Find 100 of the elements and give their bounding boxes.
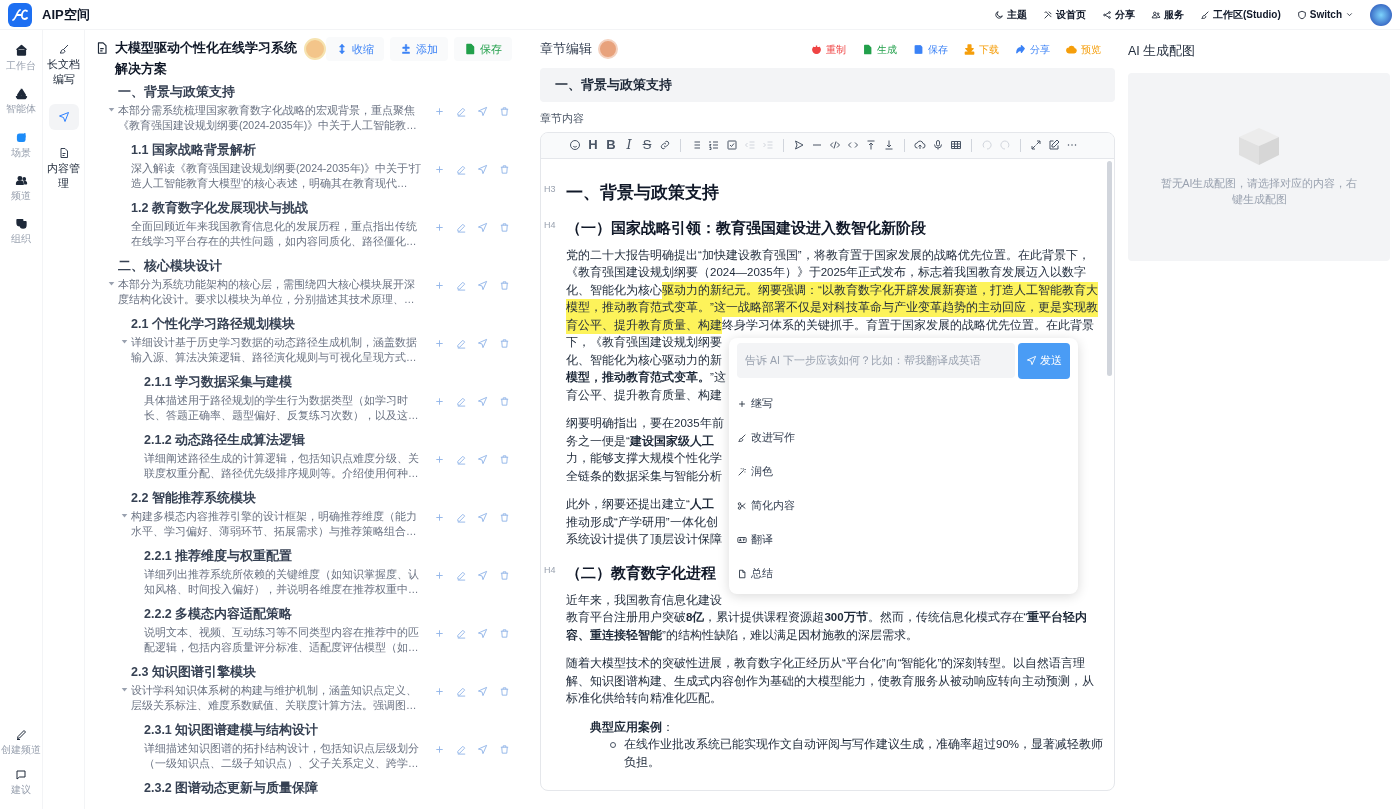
outline-heading[interactable]: 1.1 国家战略背景解析 [131, 143, 256, 157]
menu-item[interactable]: 改进写作 [737, 420, 795, 455]
plus-icon[interactable] [434, 512, 445, 523]
rail-item[interactable]: 内容管理 [48, 140, 79, 198]
menu-item[interactable]: 继写 [737, 386, 773, 421]
action-button[interactable]: 保存 [913, 41, 948, 57]
caret-icon[interactable] [121, 338, 128, 345]
outline-heading[interactable]: 2.2.2 多模态内容适配策略 [144, 607, 293, 621]
format-button[interactable]: B [602, 138, 620, 153]
send-icon[interactable] [477, 338, 489, 349]
code-icon[interactable] [829, 139, 841, 152]
menu-item[interactable]: 总结 [737, 556, 773, 591]
trash-icon[interactable] [498, 106, 510, 117]
trash-icon[interactable] [498, 628, 510, 639]
send-icon[interactable] [477, 222, 489, 233]
outline-heading[interactable]: 2.2 智能推荐系统模块 [131, 491, 256, 505]
send-icon[interactable] [477, 628, 489, 639]
plus-icon[interactable] [434, 164, 445, 175]
section-title-field[interactable]: 一、背景与政策支持 [540, 68, 1115, 102]
plus-icon[interactable] [434, 570, 445, 581]
numbered-list-icon[interactable] [708, 139, 720, 152]
toolbar-button[interactable]: 添加 [390, 37, 448, 61]
send-icon[interactable] [477, 396, 489, 407]
send-icon[interactable] [477, 512, 489, 523]
nav-link[interactable]: 分享 [1102, 7, 1135, 22]
outline-heading[interactable]: 2.3 知识图谱引擎模块 [131, 665, 256, 679]
checkbox-icon[interactable] [726, 139, 738, 152]
send-icon[interactable] [477, 454, 489, 465]
pen-icon [15, 728, 27, 741]
edit-icon[interactable] [1048, 139, 1060, 152]
trash-icon[interactable] [498, 512, 510, 523]
trash-icon[interactable] [498, 570, 510, 581]
outline-heading[interactable]: 2.3.1 知识图谱建模与结构设计 [144, 723, 319, 737]
outline-heading[interactable]: 2.2.1 推荐维度与权重配置 [144, 549, 293, 563]
outline-heading[interactable]: 2.3.2 图谱动态更新与质量保障 [144, 781, 319, 795]
play-icon[interactable] [793, 139, 805, 152]
send-icon[interactable] [477, 106, 489, 117]
expand-icon[interactable] [1030, 139, 1042, 152]
arrow-down-icon[interactable] [883, 139, 895, 152]
trash-icon[interactable] [498, 744, 510, 755]
outline-heading[interactable]: 2.1 个性化学习路径规划模块 [131, 317, 295, 331]
chat-icon [15, 768, 27, 781]
outline-heading[interactable]: 一、背景与政策支持 [118, 84, 235, 99]
microphone-icon[interactable] [932, 139, 944, 152]
nav-link[interactable]: 工作区(Studio) [1200, 7, 1281, 22]
plus-icon[interactable] [434, 454, 445, 465]
send-icon[interactable] [477, 686, 489, 697]
format-button[interactable]: S [638, 138, 656, 153]
arrow-up-icon[interactable] [865, 139, 877, 152]
trash-icon[interactable] [498, 280, 510, 291]
plus-icon[interactable] [434, 106, 445, 117]
plus-icon[interactable] [434, 686, 445, 697]
avatar[interactable] [1370, 3, 1392, 26]
rail-item[interactable] [48, 104, 79, 130]
trash-icon[interactable] [498, 454, 510, 465]
prompt-field[interactable]: 告诉 AI 下一步应该如何？比如：帮我翻译成英语 [737, 342, 1015, 378]
trash-icon[interactable] [498, 164, 510, 175]
format-button[interactable]: H [584, 138, 602, 153]
outline-heading[interactable]: 2.1.1 学习数据采集与建模 [144, 375, 293, 389]
action-button[interactable]: 分享 [1015, 41, 1050, 57]
nav-link[interactable]: Switch [1296, 7, 1354, 22]
plus-icon[interactable] [434, 280, 445, 291]
caret-icon[interactable] [108, 280, 115, 287]
content-heading: （二）教育数字化进程 [566, 562, 716, 583]
outline-heading[interactable]: 2.1.2 动态路径生成算法逻辑 [144, 433, 306, 447]
menu-item[interactable]: 简化内容 [737, 488, 795, 523]
plus-icon[interactable] [434, 628, 445, 639]
plus-icon[interactable] [434, 744, 445, 755]
send-icon[interactable] [477, 744, 489, 755]
rail-item[interactable]: 长文档编写 [48, 36, 79, 94]
caret-icon[interactable] [121, 512, 128, 519]
plus-icon[interactable] [434, 396, 445, 407]
caret-icon[interactable] [108, 106, 115, 113]
trash-icon[interactable] [498, 338, 510, 349]
send-icon[interactable] [477, 164, 489, 175]
outline-description: 说明文本、视频、互动练习等不同类型内容在推荐中的匹配逻辑，包括内容质量评分标准、适配度评估模型（如… [144, 625, 420, 655]
send-icon[interactable] [477, 280, 489, 291]
nav-link[interactable]: 主题 [994, 7, 1027, 22]
menu-item[interactable]: 翻译 [737, 522, 773, 557]
emoji-icon[interactable] [569, 139, 581, 152]
outline-description: 具体描述用于路径规划的学生行为数据类型（如学习时长、答题正确率、题型偏好、反复练习次数），以及这… [144, 393, 420, 423]
send-icon[interactable] [477, 570, 489, 581]
plus-icon[interactable] [434, 222, 445, 233]
toolbar-button[interactable]: 收缩 [326, 37, 384, 61]
action-button[interactable]: 生成 [862, 41, 897, 57]
upload-icon[interactable] [914, 139, 926, 152]
caret-icon[interactable] [121, 686, 128, 693]
format-button[interactable]: I [620, 138, 638, 153]
trash-icon[interactable] [498, 686, 510, 697]
action-button[interactable]: 重制 [811, 41, 846, 57]
table-icon[interactable] [950, 139, 962, 152]
link-icon[interactable] [659, 139, 671, 152]
menu-item[interactable]: 润色 [737, 454, 773, 489]
trash-icon[interactable] [498, 396, 510, 407]
outline-heading[interactable]: 1.2 教育数字化发展现状与挑战 [131, 201, 308, 215]
nav-link[interactable]: 服务 [1151, 7, 1184, 22]
plus-icon[interactable] [434, 338, 445, 349]
nav-link[interactable]: 设首页 [1043, 7, 1086, 22]
trash-icon[interactable] [498, 222, 510, 233]
outline-heading[interactable]: 二、核心模块设计 [118, 258, 222, 273]
